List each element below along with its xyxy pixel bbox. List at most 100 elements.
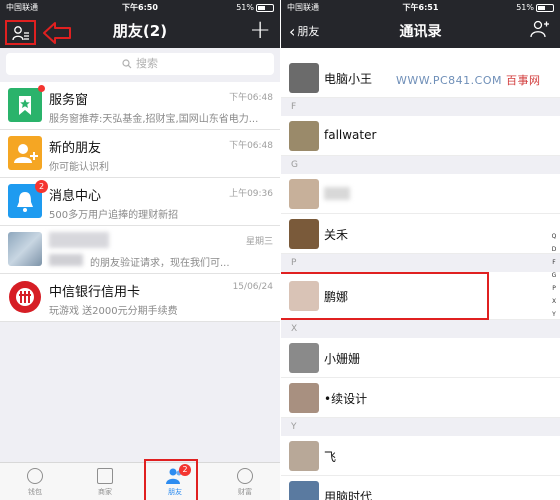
chat-preview: 的朋友验证请求，现在我们可... bbox=[90, 258, 230, 269]
add-button[interactable]: + bbox=[249, 17, 271, 43]
chat-item-citic-bank[interactable]: 中信银行信用卡 玩游戏 送2000元分期手续费 15/06/24 bbox=[0, 274, 280, 322]
index-letter[interactable]: X bbox=[549, 295, 559, 308]
contact-row[interactable] bbox=[281, 174, 560, 214]
contact-name: 用脑时代 bbox=[324, 490, 373, 500]
blurred-text bbox=[49, 254, 83, 266]
tab-wealth[interactable]: 财富 bbox=[210, 463, 280, 500]
citic-logo-icon bbox=[9, 281, 41, 313]
section-header: P bbox=[281, 254, 560, 272]
contact-name: 小姗姗 bbox=[324, 352, 361, 366]
contact-row[interactable]: 关禾 bbox=[281, 214, 560, 254]
contact-row[interactable]: 鹏娜 bbox=[281, 272, 560, 320]
chat-time: 15/06/24 bbox=[232, 282, 273, 292]
contact-row[interactable]: fallwater bbox=[281, 116, 560, 156]
nav-bar: 中国联通 下午6:51 51% ‹ 朋友 通讯录 bbox=[281, 0, 560, 48]
contact-avatar bbox=[289, 343, 319, 373]
contact-list: 电脑小王 WWW.PC841.COM 百事网 Ffallwater G 关禾 P 鹏娜 X 小姗… bbox=[281, 58, 560, 500]
contact-row[interactable]: 用脑时代 bbox=[281, 476, 560, 500]
chat-time: 下午06:48 bbox=[229, 141, 273, 151]
contact-avatar bbox=[289, 481, 319, 500]
unread-badge: 2 bbox=[35, 180, 48, 193]
contact-avatar bbox=[289, 383, 319, 413]
section-header: X bbox=[281, 320, 560, 338]
chat-time: 星期三 bbox=[245, 237, 273, 247]
friends-screen: 中国联通 下午6:50 51% 朋友(2) + 搜索 服务窗 服务窗推荐:天弘基… bbox=[0, 0, 280, 500]
index-letter[interactable]: Q bbox=[549, 230, 559, 243]
chat-preview: 玩游戏 送2000元分期手续费 bbox=[49, 306, 178, 317]
add-contact-icon[interactable] bbox=[530, 20, 550, 38]
highlight-box bbox=[281, 272, 489, 320]
index-letter[interactable]: Y bbox=[549, 308, 559, 321]
new-friends-avatar bbox=[8, 136, 42, 170]
contact-name: 电脑小王 bbox=[324, 72, 373, 86]
wealth-icon bbox=[237, 468, 253, 484]
tab-label: 钱包 bbox=[28, 488, 42, 496]
search-bar: 搜索 bbox=[0, 48, 280, 80]
contact-row[interactable]: 小姗姗 bbox=[281, 338, 560, 378]
add-person-icon bbox=[14, 144, 38, 163]
battery-label: 51% bbox=[516, 3, 534, 12]
search-input[interactable]: 搜索 bbox=[6, 53, 274, 75]
section-header: G bbox=[281, 156, 560, 174]
contact-row[interactable]: 飞 bbox=[281, 436, 560, 476]
highlight-box bbox=[144, 459, 198, 500]
chat-list: 服务窗 服务窗推荐:天弘基金,招财宝,国网山东省电力... 下午06:48 新的… bbox=[0, 82, 280, 322]
section-header: Y bbox=[281, 418, 560, 436]
store-icon bbox=[97, 468, 113, 484]
contact-row[interactable]: •续设计 bbox=[281, 378, 560, 418]
citic-bank-avatar bbox=[8, 280, 42, 314]
chat-item-blurred[interactable]: 的朋友验证请求，现在我们可... 星期三 bbox=[0, 226, 280, 274]
contact-avatar bbox=[289, 63, 319, 93]
tab-label: 商家 bbox=[98, 488, 112, 496]
nav-bar: 中国联通 下午6:50 51% 朋友(2) + bbox=[0, 0, 280, 48]
page-title: 通讯录 bbox=[399, 24, 442, 40]
tab-label: 财富 bbox=[238, 488, 252, 496]
contact-avatar bbox=[289, 121, 319, 151]
status-bar: 中国联通 下午6:51 51% bbox=[281, 0, 560, 16]
chat-preview: 500多万用户追捧的理财新招 bbox=[49, 210, 179, 221]
tab-wallet[interactable]: 钱包 bbox=[0, 463, 70, 500]
bookmark-star-icon bbox=[19, 96, 31, 115]
unread-dot bbox=[38, 85, 45, 92]
photo-avatar bbox=[8, 232, 42, 266]
battery-label: 51% bbox=[236, 3, 254, 12]
contacts-screen: 中国联通 下午6:51 51% ‹ 朋友 通讯录 电脑小王 WWW.PC841.CO… bbox=[281, 0, 560, 500]
contact-name: 关禾 bbox=[324, 228, 349, 242]
tab-merchants[interactable]: 商家 bbox=[70, 463, 140, 500]
battery-icon bbox=[256, 3, 274, 12]
chat-item-new-friends[interactable]: 新的朋友 你可能认识利 下午06:48 bbox=[0, 130, 280, 178]
status-bar: 中国联通 下午6:50 51% bbox=[0, 0, 280, 16]
chat-preview: 服务窗推荐:天弘基金,招财宝,国网山东省电力... bbox=[49, 114, 259, 125]
chat-name: 中信银行信用卡 bbox=[49, 285, 141, 300]
blurred-name bbox=[324, 187, 350, 200]
contact-avatar bbox=[289, 219, 319, 249]
chat-name: 服务窗 bbox=[49, 93, 89, 108]
blurred-name bbox=[49, 232, 109, 248]
battery-icon bbox=[536, 3, 554, 12]
index-letter[interactable]: P bbox=[549, 282, 559, 295]
index-letter[interactable]: D bbox=[549, 243, 559, 256]
chat-item-message-center[interactable]: 2 消息中心 500多万用户追捧的理财新招 上午09:36 bbox=[0, 178, 280, 226]
chat-time: 下午06:48 bbox=[229, 93, 273, 103]
wallet-icon bbox=[27, 468, 43, 484]
watermark-brand: 百事网 bbox=[506, 74, 541, 87]
battery-indicator: 51% bbox=[516, 0, 554, 16]
contact-row[interactable]: 电脑小王 WWW.PC841.COM 百事网 bbox=[281, 58, 560, 98]
contact-name: •续设计 bbox=[324, 392, 368, 406]
service-window-avatar bbox=[8, 88, 42, 122]
screenshot-pair: 中国联通 下午6:50 51% 朋友(2) + 搜索 服务窗 服务窗推荐:天弘基… bbox=[0, 0, 560, 500]
alphabet-index[interactable]: QDFGPXY bbox=[549, 230, 559, 321]
chat-time: 上午09:36 bbox=[229, 189, 273, 199]
watermark-url: WWW.PC841.COM bbox=[396, 74, 502, 87]
chat-item-service-window[interactable]: 服务窗 服务窗推荐:天弘基金,招财宝,国网山东省电力... 下午06:48 bbox=[0, 82, 280, 130]
chat-preview: 你可能认识利 bbox=[49, 162, 109, 173]
index-letter[interactable]: G bbox=[549, 269, 559, 282]
page-title: 朋友(2) bbox=[112, 22, 168, 40]
contact-name: fallwater bbox=[324, 128, 377, 142]
index-letter[interactable]: F bbox=[549, 256, 559, 269]
search-icon bbox=[122, 59, 132, 69]
tab-bar: 钱包 商家 2 朋友 财富 bbox=[0, 459, 280, 500]
search-placeholder: 搜索 bbox=[136, 57, 158, 70]
contact-avatar bbox=[289, 179, 319, 209]
watermark: WWW.PC841.COM 百事网 bbox=[396, 72, 541, 88]
